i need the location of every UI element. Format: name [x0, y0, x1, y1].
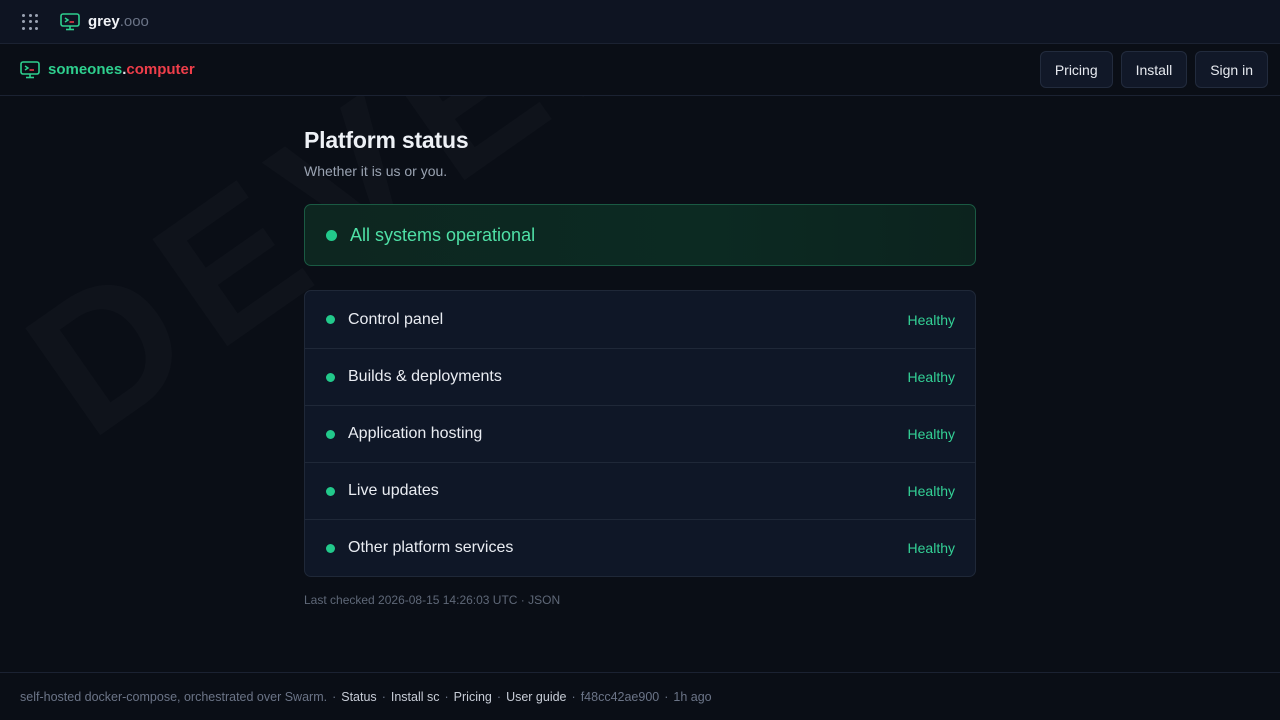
service-row-control-panel: Control panel Healthy — [305, 291, 975, 348]
install-button[interactable]: Install — [1120, 51, 1188, 88]
page-subtitle: Whether it is us or you. — [304, 163, 448, 179]
service-state: Healthy — [907, 311, 955, 328]
last-checked: Last checked 2026-08-15 14:26:03 UTC · J… — [304, 593, 561, 607]
site-name-part2: computer — [126, 61, 195, 78]
overall-status-banner: All systems operational — [304, 204, 976, 266]
service-row-other: Other platform services Healthy — [305, 519, 975, 576]
service-label: Other platform services — [348, 539, 514, 556]
service-row-builds: Builds & deployments Healthy — [305, 348, 975, 405]
brand-tld: .ooo — [119, 13, 149, 30]
status-dot-icon — [326, 429, 335, 439]
service-label: Application hosting — [348, 425, 483, 442]
service-state: Healthy — [907, 540, 955, 556]
grid-icon[interactable] — [22, 13, 38, 30]
service-list: Control panel Healthy Builds & deploymen… — [304, 290, 976, 577]
json-link[interactable]: JSON — [528, 593, 560, 607]
site-header: someones. computer Pricing Install Sign i… — [0, 44, 1280, 96]
sign-in-button[interactable]: Sign in — [1195, 51, 1268, 88]
footer-install-link[interactable]: Install sc — [391, 690, 440, 704]
overall-status-text: All systems operational — [350, 224, 536, 245]
header-actions: Pricing Install Sign in — [1039, 51, 1268, 88]
status-dot-icon — [326, 229, 337, 241]
footer-guide-link[interactable]: User guide — [506, 690, 566, 704]
footer-age: 1h ago — [673, 689, 712, 704]
status-dot-icon — [326, 486, 335, 496]
status-content: Platform status Whether it is us or you.… — [304, 127, 976, 607]
footer-lead: self-hosted docker-compose, orchestrated… — [20, 689, 328, 704]
service-row-live-updates: Live updates Healthy — [305, 462, 975, 519]
terminal-monitor-icon — [60, 12, 80, 30]
last-checked-time: Last checked 2026-08-15 14:26:03 UTC — [304, 593, 518, 607]
terminal-monitor-icon — [20, 60, 40, 78]
pricing-button[interactable]: Pricing — [1039, 51, 1113, 88]
service-label: Live updates — [348, 482, 439, 499]
service-row-hosting: Application hosting Healthy — [305, 405, 975, 462]
site-name-part1: someones — [48, 61, 123, 78]
service-label: Control panel — [348, 310, 444, 328]
footer-commit: f48cc42ae900 — [580, 689, 660, 704]
grey-brand-link[interactable]: grey .ooo — [60, 12, 149, 31]
page-title: Platform status — [304, 127, 469, 153]
page-footer: self-hosted docker-compose, orchestrated… — [0, 672, 1280, 720]
status-dot-icon — [326, 315, 335, 324]
top-bar: grey .ooo — [0, 0, 1280, 44]
footer-status-link[interactable]: Status — [341, 690, 376, 704]
footer-pricing-link[interactable]: Pricing — [454, 690, 492, 704]
brand-name: grey — [88, 13, 120, 30]
service-state: Healthy — [907, 369, 955, 385]
status-dot-icon — [326, 372, 335, 382]
site-logo-link[interactable]: someones. computer — [20, 60, 195, 79]
service-state: Healthy — [907, 426, 955, 442]
service-label: Builds & deployments — [348, 368, 502, 385]
status-dot-icon — [326, 543, 335, 553]
service-state: Healthy — [907, 483, 955, 499]
